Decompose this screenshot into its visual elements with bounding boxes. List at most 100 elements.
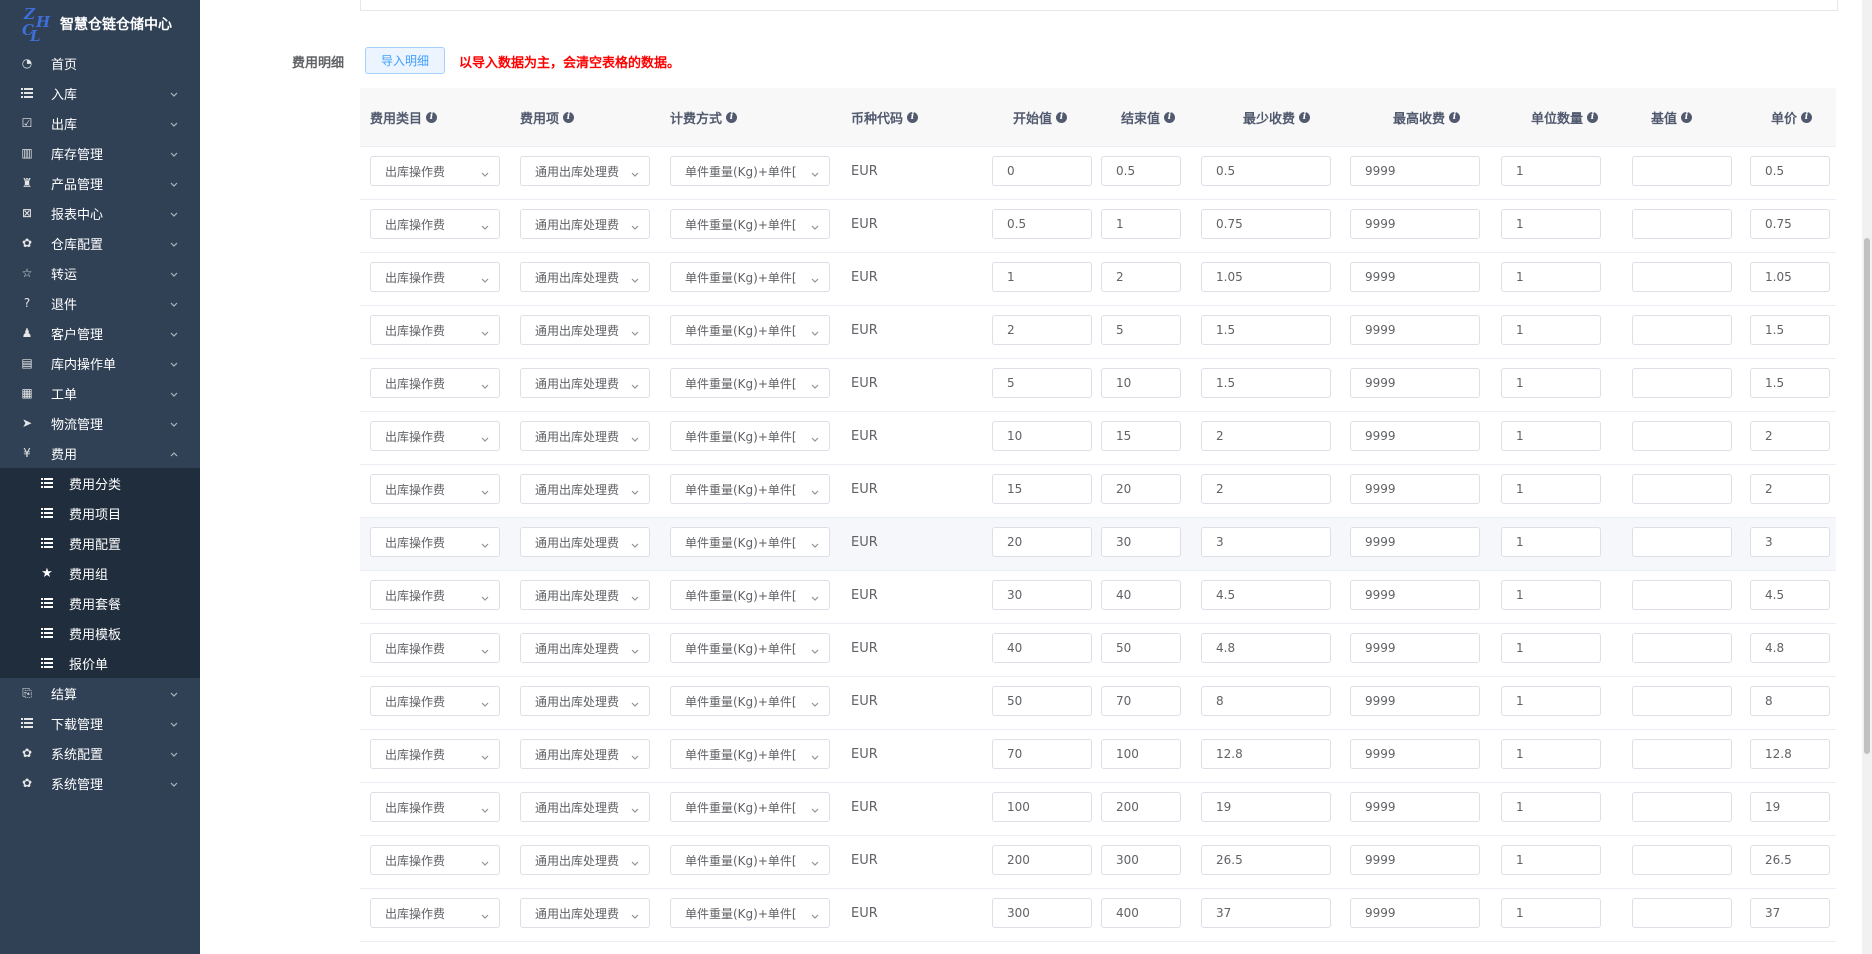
start-input[interactable]: 50 (992, 686, 1092, 716)
base-input[interactable] (1632, 474, 1732, 504)
base-input[interactable] (1632, 739, 1732, 769)
unit-input[interactable]: 1 (1501, 898, 1601, 928)
category-select[interactable]: 出库操作费 (370, 898, 500, 928)
min-input[interactable]: 4.5 (1201, 580, 1331, 610)
sidebar-subitem-fee-4[interactable]: 费用套餐 (0, 588, 200, 618)
unit-input[interactable]: 1 (1501, 262, 1601, 292)
min-input[interactable]: 4.8 (1201, 633, 1331, 663)
item-select[interactable]: 通用出库处理费 (520, 527, 650, 557)
start-input[interactable]: 40 (992, 633, 1092, 663)
max-input[interactable]: 9999 (1350, 527, 1480, 557)
sidebar-item-main-10[interactable]: ▤ 库内操作单 (0, 348, 200, 378)
price-input[interactable]: 3 (1750, 527, 1830, 557)
info-icon[interactable]: i (1056, 111, 1068, 123)
sidebar-item-main-11[interactable]: ▦ 工单 (0, 378, 200, 408)
sidebar-item-main-7[interactable]: ☆ 转运 (0, 258, 200, 288)
end-input[interactable]: 0.5 (1101, 156, 1181, 186)
end-input[interactable]: 100 (1101, 739, 1181, 769)
unit-input[interactable]: 1 (1501, 633, 1601, 663)
category-select[interactable]: 出库操作费 (370, 580, 500, 610)
min-input[interactable]: 1.5 (1201, 315, 1331, 345)
sidebar-item-main-2[interactable]: ☑ 出库 (0, 108, 200, 138)
sidebar-subitem-fee-0[interactable]: 费用分类 (0, 468, 200, 498)
method-select[interactable]: 单件重量(Kg)+单件[ (670, 633, 830, 663)
method-select[interactable]: 单件重量(Kg)+单件[ (670, 739, 830, 769)
max-input[interactable]: 9999 (1350, 262, 1480, 292)
unit-input[interactable]: 1 (1501, 580, 1601, 610)
info-icon[interactable]: i (1681, 111, 1693, 123)
end-input[interactable]: 15 (1101, 421, 1181, 451)
end-input[interactable]: 20 (1101, 474, 1181, 504)
sidebar-item-main-6[interactable]: ✿ 仓库配置 (0, 228, 200, 258)
sidebar-item-after-2[interactable]: ✿ 系统配置 (0, 738, 200, 768)
end-input[interactable]: 300 (1101, 845, 1181, 875)
item-select[interactable]: 通用出库处理费 (520, 686, 650, 716)
sidebar-subitem-fee-5[interactable]: 费用模板 (0, 618, 200, 648)
base-input[interactable] (1632, 527, 1732, 557)
max-input[interactable]: 9999 (1350, 580, 1480, 610)
max-input[interactable]: 9999 (1350, 686, 1480, 716)
category-select[interactable]: 出库操作费 (370, 474, 500, 504)
info-icon[interactable]: i (1587, 111, 1599, 123)
unit-input[interactable]: 1 (1501, 792, 1601, 822)
base-input[interactable] (1632, 633, 1732, 663)
unit-input[interactable]: 1 (1501, 421, 1601, 451)
category-select[interactable]: 出库操作费 (370, 686, 500, 716)
base-input[interactable] (1632, 580, 1732, 610)
method-select[interactable]: 单件重量(Kg)+单件[ (670, 580, 830, 610)
start-input[interactable]: 1 (992, 262, 1092, 292)
method-select[interactable]: 单件重量(Kg)+单件[ (670, 474, 830, 504)
category-select[interactable]: 出库操作费 (370, 527, 500, 557)
price-input[interactable]: 19 (1750, 792, 1830, 822)
max-input[interactable]: 9999 (1350, 368, 1480, 398)
app-logo[interactable]: Z H C L 智慧仓链仓储中心 (0, 0, 200, 48)
max-input[interactable]: 9999 (1350, 421, 1480, 451)
info-icon[interactable]: i (1449, 111, 1461, 123)
sidebar-item-main-9[interactable]: ♟ 客户管理 (0, 318, 200, 348)
min-input[interactable]: 37 (1201, 898, 1331, 928)
min-input[interactable]: 2 (1201, 421, 1331, 451)
base-input[interactable] (1632, 315, 1732, 345)
end-input[interactable]: 10 (1101, 368, 1181, 398)
base-input[interactable] (1632, 686, 1732, 716)
item-select[interactable]: 通用出库处理费 (520, 580, 650, 610)
base-input[interactable] (1632, 156, 1732, 186)
start-input[interactable]: 0 (992, 156, 1092, 186)
page-scrollbar[interactable] (1862, 0, 1872, 954)
end-input[interactable]: 50 (1101, 633, 1181, 663)
min-input[interactable]: 2 (1201, 474, 1331, 504)
price-input[interactable]: 4.8 (1750, 633, 1830, 663)
method-select[interactable]: 单件重量(Kg)+单件[ (670, 262, 830, 292)
base-input[interactable] (1632, 421, 1732, 451)
method-select[interactable]: 单件重量(Kg)+单件[ (670, 686, 830, 716)
end-input[interactable]: 200 (1101, 792, 1181, 822)
price-input[interactable]: 1.5 (1750, 315, 1830, 345)
sidebar-item-main-4[interactable]: ♜ 产品管理 (0, 168, 200, 198)
category-select[interactable]: 出库操作费 (370, 209, 500, 239)
max-input[interactable]: 9999 (1350, 792, 1480, 822)
price-input[interactable]: 26.5 (1750, 845, 1830, 875)
max-input[interactable]: 9999 (1350, 156, 1480, 186)
max-input[interactable]: 9999 (1350, 633, 1480, 663)
end-input[interactable]: 5 (1101, 315, 1181, 345)
min-input[interactable]: 0.5 (1201, 156, 1331, 186)
unit-input[interactable]: 1 (1501, 368, 1601, 398)
item-select[interactable]: 通用出库处理费 (520, 845, 650, 875)
price-input[interactable]: 37 (1750, 898, 1830, 928)
sidebar-item-after-1[interactable]: 下载管理 (0, 708, 200, 738)
base-input[interactable] (1632, 898, 1732, 928)
unit-input[interactable]: 1 (1501, 315, 1601, 345)
max-input[interactable]: 9999 (1350, 209, 1480, 239)
item-select[interactable]: 通用出库处理费 (520, 368, 650, 398)
min-input[interactable]: 0.75 (1201, 209, 1331, 239)
max-input[interactable]: 9999 (1350, 474, 1480, 504)
item-select[interactable]: 通用出库处理费 (520, 315, 650, 345)
max-input[interactable]: 9999 (1350, 315, 1480, 345)
info-icon[interactable]: i (726, 111, 738, 123)
item-select[interactable]: 通用出库处理费 (520, 739, 650, 769)
start-input[interactable]: 15 (992, 474, 1092, 504)
unit-input[interactable]: 1 (1501, 474, 1601, 504)
min-input[interactable]: 1.5 (1201, 368, 1331, 398)
unit-input[interactable]: 1 (1501, 686, 1601, 716)
category-select[interactable]: 出库操作费 (370, 421, 500, 451)
